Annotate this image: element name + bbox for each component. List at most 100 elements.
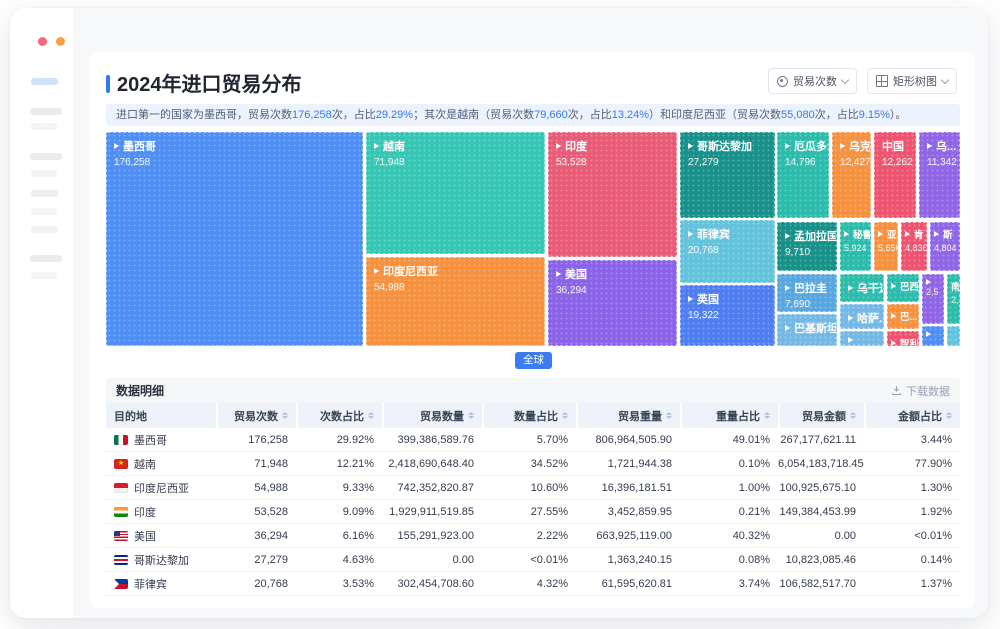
drilldown-arrow-icon [374, 143, 379, 149]
sidebar-item[interactable] [31, 190, 58, 197]
treemap-cell-南[interactable]: 南 2,2 [947, 274, 960, 324]
minimize-window-icon[interactable] [56, 37, 65, 46]
sidebar-item[interactable] [30, 255, 62, 262]
column-header-7[interactable]: 贸易金额 [778, 403, 864, 428]
treemap-cell-哥斯达黎加[interactable]: 哥斯达黎加 27,279 [680, 132, 775, 218]
treemap-cell-菲律宾[interactable]: 菲律宾 20,768 [680, 220, 775, 283]
treemap-cell-斯[interactable]: 斯 4,804 [930, 222, 960, 271]
treemap-cell-巴基斯坦[interactable]: 巴基斯坦 [777, 314, 837, 346]
treemap-cell-label: 巴西 [900, 282, 919, 293]
drilldown-arrow-icon [927, 143, 932, 149]
treemap-cell-越南[interactable]: 越南 71,948 [366, 132, 545, 254]
treemap-cell-label: 中国 [882, 141, 904, 153]
treemap-cell-中国[interactable]: 中国 12,262 [874, 132, 916, 218]
sort-icon[interactable] [282, 412, 288, 419]
treemap-cell-label: 南 [951, 282, 960, 293]
table-cell: 1,721,944.38 [607, 457, 672, 470]
chart-type-selector-label: 矩形树图 [893, 76, 937, 88]
table-body: 墨西哥 176,258 29.92% 399,386,589.76 5.70% 806,9… [106, 428, 960, 596]
drilldown-arrow-icon [891, 340, 896, 345]
sort-icon[interactable] [562, 412, 568, 419]
column-header-6[interactable]: 重量占比 [680, 403, 778, 428]
sidebar-item[interactable] [30, 108, 62, 115]
destination-name: 越南 [134, 458, 156, 471]
treemap-cell-乌干达[interactable]: 乌干达 [840, 274, 884, 302]
treemap-cell-value: 2,5 [926, 287, 939, 297]
table-cell: 663,925,119.00 [596, 529, 672, 542]
flag-icon-id [114, 482, 128, 493]
column-header-5[interactable]: 贸易重量 [576, 403, 680, 428]
table-cell: 0.00 [834, 529, 856, 542]
sort-icon[interactable] [946, 412, 952, 419]
treemap-cell-印度尼西亚[interactable]: 印度尼西亚 54,988 [366, 257, 545, 346]
sort-icon[interactable] [850, 412, 856, 419]
destination-name: 菲律宾 [134, 578, 167, 591]
treemap-cell-巴拉圭[interactable]: 巴拉圭 7,690 [777, 274, 837, 312]
treemap-cell-value: 12,427 [840, 157, 871, 168]
treemap-cell-墨西哥[interactable]: 墨西哥 176,258 [106, 132, 363, 346]
treemap-cell-英国[interactable]: 英国 19,322 [680, 285, 775, 346]
treemap-cell-value: 7,690 [785, 299, 811, 310]
treemap-cell-印度[interactable]: 印度 53,528 [548, 132, 677, 257]
download-data-button[interactable]: 下载数据 [891, 383, 950, 399]
drilldown-arrow-icon [848, 337, 853, 343]
table-row-印度: 印度 53,528 9.09% 1,929,911,519.85 27.55% 3,452… [106, 500, 960, 524]
treemap-cell-label: 印度尼西亚 [383, 266, 438, 278]
drilldown-arrow-icon [688, 231, 693, 237]
table-cell: 10,823,085.46 [785, 553, 856, 566]
treemap-cell-哈萨...[interactable]: 哈萨... [840, 304, 884, 329]
table-cell: 40.32% [732, 529, 770, 542]
treemap-cell-unlabeled[interactable] [922, 326, 944, 346]
close-window-icon[interactable] [38, 37, 47, 46]
title-accent-bar [106, 75, 110, 93]
treemap-cell-秘鲁[interactable]: 秘鲁 5,924 [840, 222, 871, 271]
chart-type-selector-button[interactable]: 矩形树图 [867, 68, 957, 94]
treemap-cell-乌...[interactable]: 乌... 11,342 [919, 132, 960, 218]
sort-icon[interactable] [368, 412, 374, 419]
sidebar-item[interactable] [31, 123, 57, 130]
column-header-1[interactable]: 贸易次数 [216, 403, 296, 428]
table-cell: 0.14% [920, 553, 952, 566]
destination-name: 美国 [134, 530, 156, 543]
sidebar-item[interactable] [31, 272, 57, 279]
table-cell: 71,948 [254, 457, 288, 470]
treemap-cell-亚[interactable]: 亚 5,650 [874, 222, 898, 271]
column-header-4[interactable]: 数量占比 [482, 403, 576, 428]
treemap-cell-unlabeled[interactable]: 2,5 [922, 274, 944, 324]
sidebar-item[interactable] [30, 153, 62, 160]
table-cell: 1.37% [920, 577, 952, 590]
treemap-cell-value: 4,836 [905, 243, 927, 253]
treemap-cell-巴西[interactable]: 巴西 [887, 274, 919, 302]
metric-selector-button[interactable]: 贸易次数 [768, 68, 857, 94]
column-header-8[interactable]: 金额占比 [864, 403, 960, 428]
treemap-root-button[interactable]: 全球 [515, 352, 552, 369]
treemap-cell-label: 巴基斯坦 [794, 323, 837, 335]
treemap-cell-巴...[interactable]: 巴... [887, 304, 919, 329]
column-header-3[interactable]: 贸易数量 [382, 403, 482, 428]
flag-icon-ph [114, 578, 128, 589]
treemap-cell-厄瓜多尔[interactable]: 厄瓜多尔 14,796 [777, 132, 829, 218]
treemap-cell-value: 20,768 [688, 245, 719, 256]
column-header-2[interactable]: 次数占比 [296, 403, 382, 428]
treemap-cell-肯[interactable]: 肯 4,836 [901, 222, 927, 271]
sort-icon[interactable] [764, 412, 770, 419]
table-cell: 49.01% [732, 433, 770, 446]
treemap-cell-美国[interactable]: 美国 36,294 [548, 260, 677, 346]
sidebar-item[interactable] [31, 170, 57, 177]
download-icon [892, 386, 901, 396]
treemap-cell-智利[interactable]: 智利 [887, 331, 919, 346]
sort-icon[interactable] [666, 412, 672, 419]
sort-icon[interactable] [468, 412, 474, 419]
banner-text: 次，占比 [567, 109, 612, 121]
sidebar-item[interactable] [31, 226, 58, 233]
treemap-cell-unlabeled[interactable] [840, 331, 884, 346]
treemap-cell-unlabeled[interactable] [947, 326, 960, 346]
table-cell: 2.22% [536, 529, 568, 542]
sidebar-item[interactable] [31, 208, 57, 215]
treemap-cell-value: 11,342 [927, 157, 957, 168]
treemap-cell-乌克兰[interactable]: 乌克兰 12,427 [832, 132, 871, 218]
treemap-cell-孟加拉国[interactable]: 孟加拉国 9,710 [777, 222, 837, 271]
table-cell: 155,291,923.00 [397, 529, 474, 542]
drilldown-arrow-icon [114, 143, 119, 149]
sidebar-item-active[interactable] [31, 78, 58, 85]
